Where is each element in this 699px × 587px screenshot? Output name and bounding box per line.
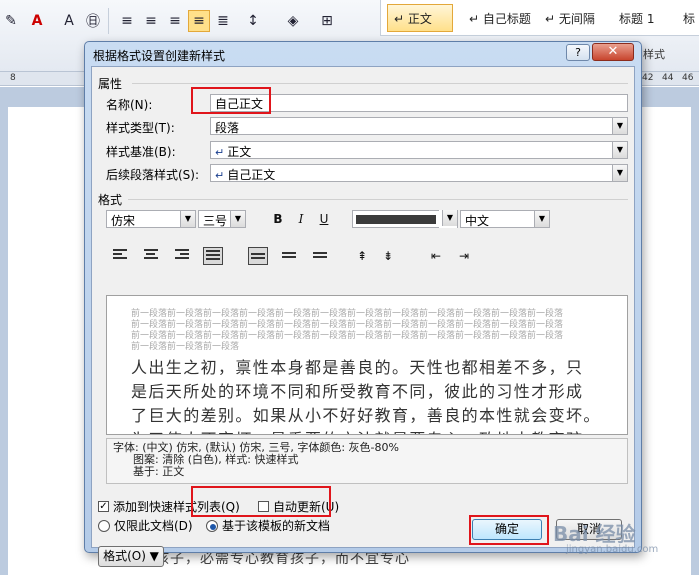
add-to-quick-styles-checkbox[interactable]: ✓ 添加到快速样式列表(Q): [98, 498, 240, 515]
style-item-no-spacing[interactable]: ↵ 无间隔: [539, 4, 609, 32]
underline-button[interactable]: U: [314, 210, 334, 228]
char-shading-icon[interactable]: A: [58, 10, 80, 32]
create-style-dialog: 根据格式设置创建新样式 ? ✕ 属性 名称(N): 样式类型(T): 段落 ▼ …: [84, 41, 642, 567]
align-left-icon[interactable]: ≡: [116, 10, 138, 32]
double-spacing-icon[interactable]: [310, 247, 330, 265]
based-on-select[interactable]: ↵ 正文 ▼: [210, 141, 628, 159]
ok-button[interactable]: 确定: [472, 519, 542, 540]
line-spacing-icon[interactable]: ↕: [242, 10, 264, 32]
enclose-char-icon[interactable]: ㊐: [82, 10, 104, 32]
style-type-select[interactable]: 段落 ▼: [210, 117, 628, 135]
formatting-section-label: 格式: [98, 193, 123, 207]
font-color-icon[interactable]: A: [26, 10, 48, 32]
chevron-down-icon: ▼: [612, 165, 627, 181]
next-style-select[interactable]: ↵ 自己正文 ▼: [210, 164, 628, 182]
justify-icon[interactable]: ≡: [188, 10, 210, 32]
shading-icon[interactable]: ◈: [282, 10, 304, 32]
preview-sample-line: 人出生之初，禀性本身都是善良的。天性也都相差不多，只: [131, 358, 584, 377]
single-spacing-icon[interactable]: [248, 247, 268, 265]
align-center-icon[interactable]: ≡: [140, 10, 162, 32]
font-color-select[interactable]: ▼: [352, 210, 458, 228]
increase-para-spacing-icon[interactable]: ⇞: [352, 247, 372, 265]
style-item-more[interactable]: 标: [677, 4, 699, 32]
decrease-para-spacing-icon[interactable]: ⇟: [378, 247, 398, 265]
next-style-label: 后续段落样式(S):: [106, 168, 200, 182]
chevron-down-icon: ▼: [612, 142, 627, 158]
font-select[interactable]: 仿宋 ▼: [106, 210, 196, 228]
based-on-label: 样式基准(B):: [106, 145, 176, 159]
font-size-select[interactable]: 三号 ▼: [198, 210, 246, 228]
preview-previous-paragraph-end: 前一段落前一段落前一段落: [131, 342, 240, 352]
distributed-icon[interactable]: ≣: [212, 10, 234, 32]
color-swatch: [356, 215, 436, 224]
close-button[interactable]: ✕: [592, 43, 634, 61]
quick-style-gallery: ↵ 正文 ↵ 自己标题 ↵ 无间隔 标题 1 标: [380, 0, 699, 36]
chevron-down-icon: ▼: [612, 118, 627, 134]
help-button[interactable]: ?: [566, 44, 590, 61]
dialog-body: 属性 名称(N): 样式类型(T): 段落 ▼ 样式基准(B): ↵正文 ▼ 后…: [91, 66, 635, 567]
dialog-title: 根据格式设置创建新样式: [93, 49, 226, 63]
borders-icon[interactable]: ⊞: [316, 10, 338, 32]
highlight-icon[interactable]: ✎: [0, 10, 22, 32]
italic-button[interactable]: I: [291, 210, 311, 228]
dialog-titlebar[interactable]: 根据格式设置创建新样式 ? ✕: [85, 42, 641, 66]
language-select[interactable]: 中文 ▼: [460, 210, 550, 228]
styles-group-label: 样式: [643, 48, 665, 61]
preview-sample-line: 了巨大的差别。如果从小不好好教育，善良的本性就会变坏。: [131, 406, 601, 425]
only-this-document-radio[interactable]: 仅限此文档(D): [98, 517, 193, 534]
style-type-label: 样式类型(T):: [106, 121, 175, 135]
chevron-down-icon: ▼: [230, 211, 245, 227]
style-item-custom-heading[interactable]: ↵ 自己标题: [463, 4, 541, 32]
watermark-url: jingyan.baidu.com: [566, 544, 659, 555]
style-item-heading1[interactable]: 标题 1: [613, 4, 669, 32]
style-description: 字体: (中文) 仿宋, (默认) 仿宋, 三号, 字体颜色: 灰色-80% 图…: [106, 438, 628, 484]
align-left-icon[interactable]: [110, 247, 130, 265]
align-right-icon[interactable]: ≡: [164, 10, 186, 32]
name-field[interactable]: [210, 94, 628, 112]
chevron-down-icon: ▼: [180, 211, 195, 227]
decrease-indent-icon[interactable]: ⇤: [426, 247, 446, 265]
check-icon: ✓: [98, 501, 109, 512]
one-half-spacing-icon[interactable]: [279, 247, 299, 265]
align-right-icon[interactable]: [172, 247, 192, 265]
format-menu-button[interactable]: 格式(O) ▼: [98, 546, 164, 567]
name-label: 名称(N):: [106, 98, 153, 112]
justify-icon[interactable]: [203, 247, 223, 265]
style-item-normal[interactable]: ↵ 正文: [387, 4, 453, 32]
chevron-down-icon: ▼: [442, 210, 457, 226]
properties-section-label: 属性: [98, 77, 123, 91]
bold-button[interactable]: B: [268, 210, 288, 228]
align-center-icon[interactable]: [141, 247, 161, 265]
preview-sample-line: 是后天所处的环境不同和所受教育不同，彼此的习性才形成: [131, 382, 584, 401]
watermark: Bai 经验: [553, 522, 636, 546]
auto-update-checkbox[interactable]: 自动更新(U): [258, 498, 339, 515]
paragraph-mark-icon: ↵: [215, 146, 225, 159]
chevron-down-icon: ▼: [534, 211, 549, 227]
preview-sample-line: 为了使人不变坏，最重要的方法就是要专心一致地去教育孩: [131, 426, 583, 434]
style-preview: 前一段落前一段落前一段落前一段落前一段落前一段落前一段落前一段落前一段落前一段落…: [106, 295, 628, 435]
new-documents-template-radio[interactable]: 基于该模板的新文档: [206, 517, 330, 534]
increase-indent-icon[interactable]: ⇥: [454, 247, 474, 265]
paragraph-mark-icon: ↵: [215, 169, 225, 182]
